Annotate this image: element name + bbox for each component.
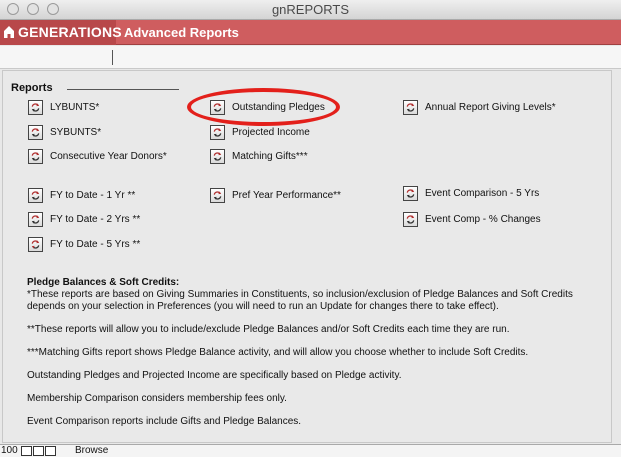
refresh-arrows-icon[interactable] bbox=[28, 148, 43, 164]
report-fy-to-date-5yrs[interactable]: FY to Date - 5 Yrs ** bbox=[28, 235, 140, 253]
brand-name: GENERATIONS bbox=[18, 24, 122, 40]
note-text: **These reports will allow you to includ… bbox=[27, 324, 510, 335]
report-pref-year-performance[interactable]: Pref Year Performance** bbox=[210, 186, 341, 204]
window-title: gnREPORTS bbox=[271, 2, 350, 17]
report-label: Pref Year Performance** bbox=[232, 189, 341, 201]
toggle-status-area-icon[interactable] bbox=[45, 446, 56, 456]
header-bar: GENERATIONS Advanced Reports bbox=[0, 20, 621, 45]
report-label: Matching Gifts*** bbox=[232, 150, 308, 162]
refresh-arrows-icon[interactable] bbox=[28, 124, 43, 140]
heading-divider bbox=[67, 89, 179, 90]
report-label: Event Comp - % Changes bbox=[425, 213, 541, 225]
report-label: Projected Income bbox=[232, 126, 310, 138]
report-event-comparison-5yrs[interactable]: Event Comparison - 5 Yrs bbox=[403, 184, 539, 202]
notes-title: Pledge Balances & Soft Credits: bbox=[27, 277, 180, 288]
breadcrumb[interactable]: Advanced Reports bbox=[124, 25, 239, 40]
window-titlebar: gnREPORTS bbox=[0, 0, 621, 20]
report-label: FY to Date - 5 Yrs ** bbox=[50, 238, 141, 250]
mode-label[interactable]: Browse bbox=[75, 445, 108, 456]
note-text: Outstanding Pledges and Projected Income… bbox=[27, 370, 402, 381]
refresh-arrows-icon[interactable] bbox=[403, 185, 418, 201]
report-sybunts[interactable]: SYBUNTS* bbox=[28, 123, 101, 141]
zoom-out-icon[interactable] bbox=[21, 446, 32, 456]
report-matching-gifts[interactable]: Matching Gifts*** bbox=[210, 147, 308, 165]
note-text: ***Matching Gifts report shows Pledge Ba… bbox=[27, 347, 529, 358]
refresh-arrows-icon[interactable] bbox=[403, 211, 418, 227]
report-label: SYBUNTS* bbox=[50, 126, 102, 138]
report-label: LYBUNTS* bbox=[50, 101, 100, 113]
report-fy-to-date-1yr[interactable]: FY to Date - 1 Yr ** bbox=[28, 186, 135, 204]
report-consecutive-year-donors[interactable]: Consecutive Year Donors* bbox=[28, 147, 167, 165]
refresh-arrows-icon[interactable] bbox=[28, 236, 43, 252]
refresh-arrows-icon[interactable] bbox=[28, 211, 43, 227]
zoom-in-icon[interactable] bbox=[33, 446, 44, 456]
brand-block[interactable]: GENERATIONS bbox=[0, 20, 122, 45]
report-lybunts[interactable]: LYBUNTS* bbox=[28, 98, 99, 116]
report-annual-report-giving-levels[interactable]: Annual Report Giving Levels* bbox=[403, 98, 556, 116]
status-icons bbox=[21, 446, 57, 456]
note-text: *These reports are based on Giving Summa… bbox=[27, 289, 573, 312]
refresh-arrows-icon[interactable] bbox=[210, 187, 225, 203]
notes-section: Pledge Balances & Soft Credits: *These r… bbox=[27, 277, 587, 428]
note-text: Event Comparison reports include Gifts a… bbox=[27, 416, 302, 427]
report-label: Annual Report Giving Levels* bbox=[425, 101, 556, 113]
report-label: FY to Date - 1 Yr ** bbox=[50, 189, 136, 201]
note-text: Membership Comparison considers membersh… bbox=[27, 393, 287, 404]
highlight-circle bbox=[187, 88, 340, 126]
report-fy-to-date-2yrs[interactable]: FY to Date - 2 Yrs ** bbox=[28, 210, 140, 228]
refresh-arrows-icon[interactable] bbox=[28, 99, 43, 115]
toolbar-divider bbox=[112, 50, 113, 65]
refresh-arrows-icon[interactable] bbox=[210, 124, 225, 140]
refresh-arrows-icon[interactable] bbox=[210, 148, 225, 164]
house-icon bbox=[3, 25, 15, 44]
report-label: FY to Date - 2 Yrs ** bbox=[50, 213, 141, 225]
toolbar bbox=[0, 46, 621, 69]
reports-heading: Reports bbox=[11, 82, 53, 94]
report-label: Event Comparison - 5 Yrs bbox=[425, 187, 540, 199]
report-label: Consecutive Year Donors* bbox=[50, 150, 167, 162]
status-bar: 100 Browse bbox=[0, 444, 621, 457]
refresh-arrows-icon[interactable] bbox=[28, 187, 43, 203]
zoom-level[interactable]: 100 bbox=[1, 445, 18, 456]
refresh-arrows-icon[interactable] bbox=[403, 99, 418, 115]
report-event-comp-changes[interactable]: Event Comp - % Changes bbox=[403, 210, 541, 228]
